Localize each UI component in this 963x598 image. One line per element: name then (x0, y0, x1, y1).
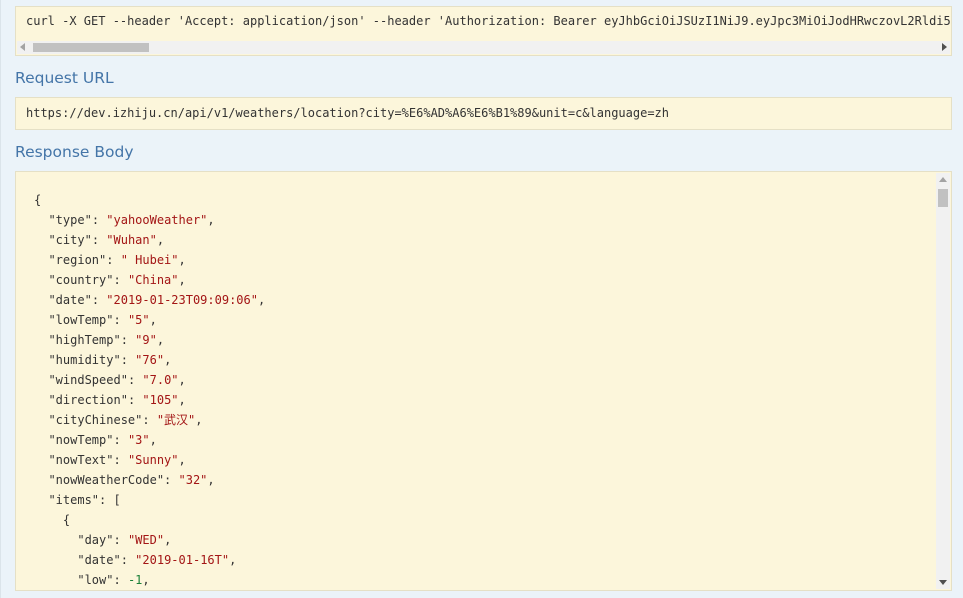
scroll-left-arrow-icon[interactable] (20, 43, 25, 51)
response-body-box[interactable]: { "type": "yahooWeather", "city": "Wuhan… (15, 171, 952, 591)
json-key: "type" (48, 213, 92, 227)
json-comma: , (164, 353, 172, 367)
json-comma: , (257, 293, 266, 307)
json-value: "WED" (127, 533, 165, 547)
json-line: "cityChinese": "武汉", (48, 413, 203, 427)
json-comma: , (207, 473, 215, 487)
json-comma: , (149, 313, 157, 327)
json-key: "lowTemp" (48, 313, 114, 327)
curl-command-text: curl -X GET --header 'Accept: applicatio… (26, 14, 952, 28)
json-value: "yahooWeather" (106, 213, 208, 227)
json-line: "humidity": "76", (48, 353, 172, 367)
json-value: "3" (127, 433, 150, 447)
json-line: "day": "WED", (77, 533, 172, 547)
json-key: "highTemp" (48, 333, 121, 347)
api-response-page: curl -X GET --header 'Accept: applicatio… (0, 0, 963, 598)
json-line: "date": "2019-01-23T09:09:06", (48, 293, 266, 307)
curl-horizontal-scrollbar[interactable] (17, 41, 950, 54)
json-line: { (34, 510, 265, 530)
json-key: "nowWeatherCode" (48, 473, 165, 487)
json-line: "type": "yahooWeather", (48, 213, 215, 227)
json-comma: , (149, 433, 157, 447)
json-line: "windSpeed": "7.0", (48, 373, 186, 387)
json-comma: , (164, 533, 172, 547)
json-value: "105" (142, 393, 179, 407)
json-key: "date" (48, 293, 92, 307)
json-line: "nowWeatherCode": "32", (48, 473, 215, 487)
json-line: "region": " Hubei", (48, 253, 186, 267)
request-url-title: Request URL (15, 69, 114, 87)
json-line: "highTemp": "9", (48, 333, 165, 347)
json-line: "lowTemp": "5", (48, 313, 157, 327)
json-value: "2019-01-16T" (135, 553, 230, 567)
json-bracket: { (34, 193, 42, 207)
json-value: " Hubei" (120, 253, 179, 267)
json-line: "items": [ (48, 493, 121, 507)
horizontal-scrollbar-thumb[interactable] (33, 43, 149, 52)
request-url-box[interactable]: https://dev.izhiju.cn/api/v1/weathers/lo… (15, 97, 952, 130)
json-line: "country": "China", (48, 273, 186, 287)
json-bracket: [ (113, 493, 121, 507)
response-body-json: { "type": "yahooWeather", "city": "Wuhan… (34, 190, 265, 590)
json-value: "32" (178, 473, 208, 487)
json-value: "2019-01-23T09:09:06" (106, 293, 258, 307)
json-key: "nowText" (48, 453, 114, 467)
json-comma: , (207, 213, 215, 227)
json-value: "Wuhan" (106, 233, 157, 247)
json-comma: , (178, 393, 186, 407)
json-comma: , (195, 413, 203, 427)
json-comma: , (156, 333, 165, 347)
json-comma: , (229, 553, 237, 567)
json-comma: , (178, 373, 186, 387)
json-key: "direction" (48, 393, 128, 407)
json-value: "武汉" (156, 413, 196, 427)
curl-command-box[interactable]: curl -X GET --header 'Accept: applicatio… (15, 6, 952, 56)
json-key: "nowTemp" (48, 433, 114, 447)
json-key: "cityChinese" (48, 413, 143, 427)
scroll-down-arrow-icon[interactable] (939, 580, 947, 585)
json-key: "country" (48, 273, 114, 287)
json-key: "humidity" (48, 353, 121, 367)
scroll-up-arrow-icon[interactable] (939, 177, 947, 182)
json-key: "day" (77, 533, 114, 547)
json-value: "7.0" (142, 373, 179, 387)
json-value: "5" (127, 313, 150, 327)
json-line: "direction": "105", (48, 393, 186, 407)
json-key: "date" (77, 553, 121, 567)
json-line: "nowText": "Sunny", (48, 453, 186, 467)
json-line: "low": -1, (77, 573, 150, 587)
json-key: "city" (48, 233, 92, 247)
json-value: "9" (135, 333, 157, 347)
json-line: "city": "Wuhan", (48, 233, 165, 247)
json-key: "low" (77, 573, 114, 587)
response-body-title: Response Body (15, 143, 134, 161)
json-comma: , (178, 273, 186, 287)
json-key: "items" (48, 493, 100, 507)
vertical-scrollbar-thumb[interactable] (938, 189, 948, 207)
json-line: { (34, 190, 265, 210)
json-key: "region" (48, 253, 107, 267)
json-comma: , (178, 453, 186, 467)
json-comma: , (178, 253, 186, 267)
json-bracket: { (62, 513, 71, 527)
json-value: "China" (127, 273, 179, 287)
json-value: -1 (127, 573, 143, 587)
json-key: "windSpeed" (48, 373, 128, 387)
request-url-text: https://dev.izhiju.cn/api/v1/weathers/lo… (26, 106, 669, 120)
json-line: "date": "2019-01-16T", (77, 553, 237, 567)
response-vertical-scrollbar[interactable] (936, 173, 950, 589)
json-comma: , (156, 233, 165, 247)
json-value: "Sunny" (127, 453, 179, 467)
scroll-right-arrow-icon[interactable] (942, 43, 947, 51)
json-comma: , (142, 573, 150, 587)
json-line: "nowTemp": "3", (48, 433, 157, 447)
json-value: "76" (135, 353, 165, 367)
